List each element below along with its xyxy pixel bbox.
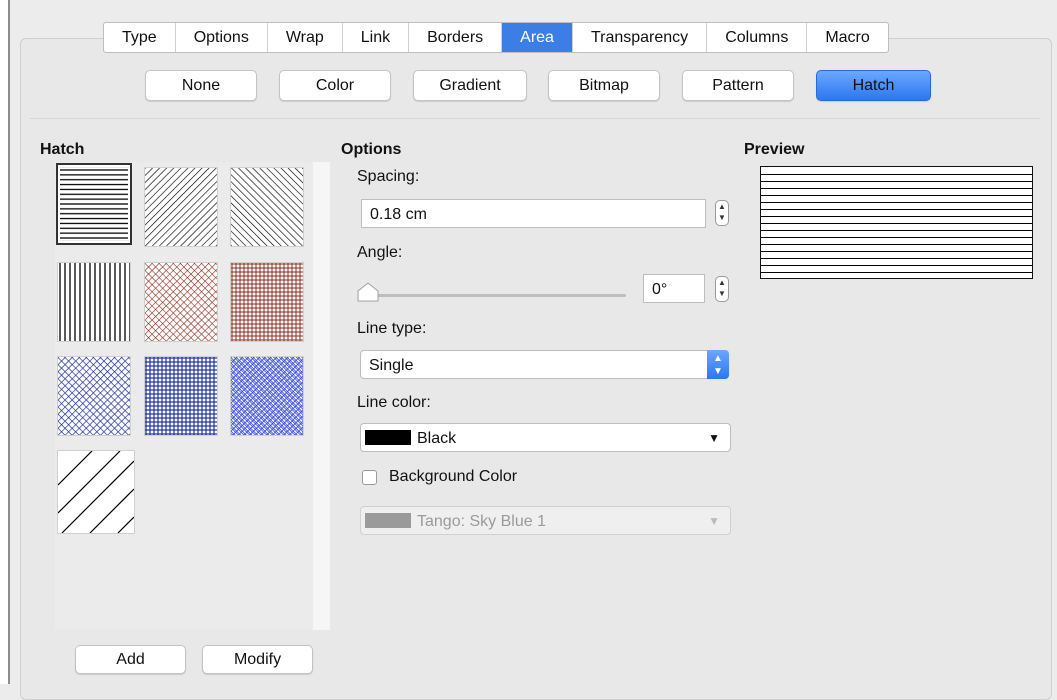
gradient-button[interactable]: Gradient bbox=[413, 70, 527, 101]
window-edge bbox=[0, 0, 10, 684]
angle-slider-thumb[interactable] bbox=[356, 282, 380, 302]
background-color-swatch bbox=[365, 513, 411, 528]
hatch-swatch-blue-triple-90-degrees[interactable] bbox=[230, 356, 304, 436]
hatch-swatch-black-0-degrees[interactable] bbox=[56, 163, 132, 245]
tab-columns[interactable]: Columns bbox=[707, 23, 808, 52]
hatch-swatch-black-minus-45-degrees[interactable] bbox=[230, 167, 304, 247]
chevron-down-icon: ▼ bbox=[708, 431, 720, 445]
line-color-value: Black bbox=[417, 430, 457, 447]
angle-stepper[interactable]: ▲ ▼ bbox=[715, 276, 729, 302]
color-button[interactable]: Color bbox=[279, 70, 391, 101]
hatch-swatch-blue-crossed-45-degrees[interactable] bbox=[57, 356, 131, 436]
bitmap-button[interactable]: Bitmap bbox=[548, 70, 660, 101]
tab-options[interactable]: Options bbox=[176, 23, 268, 52]
background-color-select[interactable]: Tango: Sky Blue 1 ▼ bbox=[360, 506, 731, 535]
preview-heading: Preview bbox=[744, 141, 805, 158]
hatch-heading: Hatch bbox=[40, 141, 85, 158]
hatch-swatch-red-crossed-0-degrees[interactable] bbox=[230, 262, 304, 342]
spacing-label: Spacing: bbox=[357, 168, 420, 185]
tab-area[interactable]: Area bbox=[502, 23, 573, 52]
separator bbox=[30, 118, 1040, 119]
spacing-field[interactable]: 0.18 cm bbox=[361, 199, 706, 228]
hatch-swatch-red-crossed-45-degrees[interactable] bbox=[144, 262, 218, 342]
options-heading: Options bbox=[341, 141, 402, 158]
none-button[interactable]: None bbox=[145, 70, 257, 101]
chevron-up-down-icon: ▲ ▼ bbox=[707, 350, 729, 379]
pattern-button[interactable]: Pattern bbox=[682, 70, 794, 101]
tab-macro[interactable]: Macro bbox=[807, 23, 887, 52]
line-color-label: Line color: bbox=[357, 394, 431, 411]
spacing-stepper[interactable]: ▲ ▼ bbox=[715, 200, 729, 226]
hatch-preview bbox=[760, 166, 1033, 279]
background-color-checkbox[interactable] bbox=[362, 470, 377, 485]
angle-label: Angle: bbox=[357, 244, 403, 261]
background-color-value: Tango: Sky Blue 1 bbox=[417, 513, 546, 530]
line-type-value: Single bbox=[369, 357, 414, 374]
tab-link[interactable]: Link bbox=[343, 23, 410, 52]
hatch-swatch-black-90-degrees[interactable] bbox=[57, 262, 131, 342]
add-button[interactable]: Add bbox=[75, 645, 186, 674]
hatch-swatch-black-45-degrees-wide[interactable] bbox=[57, 450, 135, 534]
tab-wrap[interactable]: Wrap bbox=[268, 23, 343, 52]
angle-slider-track[interactable] bbox=[368, 294, 626, 297]
line-color-swatch bbox=[365, 430, 411, 445]
chevron-down-icon: ▼ bbox=[708, 514, 720, 528]
tab-borders[interactable]: Borders bbox=[409, 23, 503, 52]
hatch-swatch-black-45-degrees[interactable] bbox=[144, 167, 218, 247]
hatch-preview-pattern bbox=[761, 167, 1032, 278]
line-type-select[interactable]: Single ▲ ▼ bbox=[360, 350, 729, 379]
background-color-label: Background Color bbox=[389, 468, 518, 485]
tab-transparency[interactable]: Transparency bbox=[573, 23, 708, 52]
tab-type[interactable]: Type bbox=[104, 23, 176, 52]
hatch-swatch-blue-crossed-0-degrees[interactable] bbox=[144, 356, 218, 436]
hatch-list-scrollbar[interactable] bbox=[313, 162, 330, 630]
angle-field[interactable]: 0° bbox=[643, 274, 705, 303]
line-color-select[interactable]: Black ▼ bbox=[360, 423, 731, 452]
modify-button[interactable]: Modify bbox=[202, 645, 313, 674]
hatch-button[interactable]: Hatch bbox=[816, 70, 931, 101]
tab-bar: Type Options Wrap Link Borders Area Tran… bbox=[103, 22, 889, 53]
line-type-label: Line type: bbox=[357, 320, 427, 337]
